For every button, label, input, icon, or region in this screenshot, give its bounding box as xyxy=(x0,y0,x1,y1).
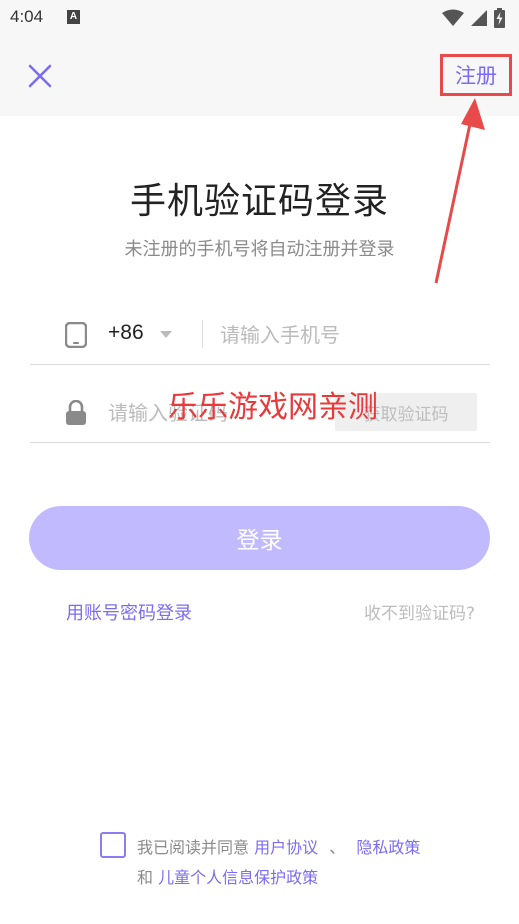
status-time: 4:04 xyxy=(10,7,44,26)
status-bar: 4:04 A xyxy=(0,0,519,36)
phone-input[interactable] xyxy=(220,315,480,355)
password-login-link[interactable]: 用账号密码登录 xyxy=(66,599,192,625)
close-icon[interactable] xyxy=(26,62,54,90)
phone-divider xyxy=(202,320,203,348)
no-code-link[interactable]: 收不到验证码? xyxy=(364,599,475,624)
lock-icon xyxy=(66,400,86,425)
signal-icon xyxy=(471,10,487,26)
agreement-prefix: 我已阅读并同意 xyxy=(137,838,250,857)
agreement-checkbox[interactable] xyxy=(100,832,126,858)
login-button[interactable]: 登录 xyxy=(29,506,490,570)
agreement-separator: 、 xyxy=(329,838,346,857)
agreement-line-2: 和 儿童个人信息保护政策 xyxy=(137,864,318,888)
country-code-select[interactable]: +86 xyxy=(108,321,144,345)
phone-icon xyxy=(65,322,87,348)
notification-a-icon: A xyxy=(67,10,80,24)
user-agreement-link[interactable]: 用户协议 xyxy=(254,838,318,857)
page-title: 手机验证码登录 xyxy=(129,181,389,222)
wifi-icon xyxy=(442,9,464,26)
status-icons xyxy=(442,8,505,28)
privacy-policy-link[interactable]: 隐私政策 xyxy=(356,838,420,857)
page-subtitle: 未注册的手机号将自动注册并登录 xyxy=(124,239,395,260)
agreement-and: 和 xyxy=(137,868,154,887)
chevron-down-icon[interactable] xyxy=(160,331,172,338)
phone-row: +86 xyxy=(30,305,490,365)
child-policy-link[interactable]: 儿童个人信息保护政策 xyxy=(158,868,318,887)
battery-charging-icon xyxy=(494,8,505,28)
code-input[interactable] xyxy=(108,393,338,433)
agreement-line-1: 我已阅读并同意 用户协议 、 隐私政策 xyxy=(137,834,420,858)
code-row: 获取验证码 xyxy=(30,383,490,443)
get-code-button[interactable]: 获取验证码 xyxy=(335,393,477,431)
